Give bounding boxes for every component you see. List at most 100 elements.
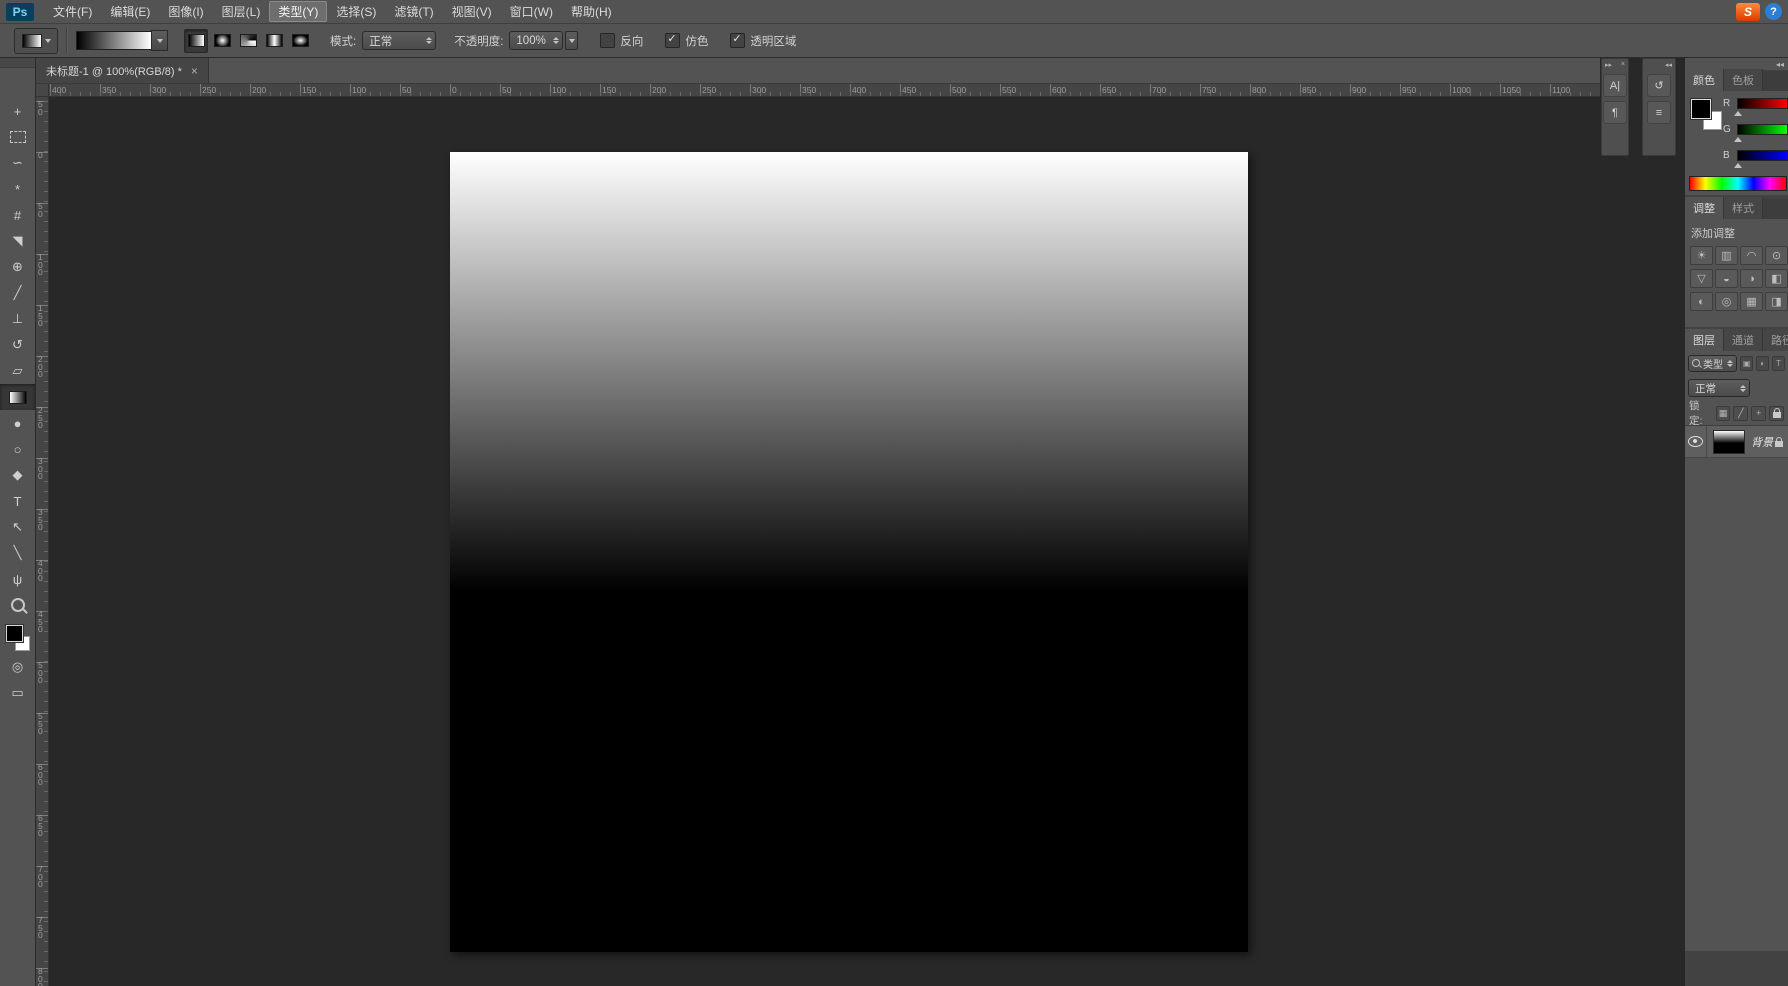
green-slider[interactable] <box>1734 123 1788 142</box>
color-spectrum-bar[interactable] <box>1689 176 1787 191</box>
radial-gradient-button[interactable] <box>210 29 234 53</box>
tab-swatches[interactable]: 色板 <box>1724 69 1763 91</box>
paragraph-panel-button[interactable]: ¶ <box>1603 101 1627 124</box>
layer-thumbnail[interactable] <box>1713 429 1745 454</box>
lock-position-icon[interactable]: + <box>1751 405 1767 421</box>
screen-mode-button[interactable]: ▭ <box>0 680 35 706</box>
eyedropper-tool[interactable]: ◥ <box>0 228 35 254</box>
line-shape-tool[interactable]: ╲ <box>0 540 35 566</box>
menu-type[interactable]: 类型(Y) <box>269 1 328 22</box>
canvas-document[interactable] <box>450 152 1248 952</box>
magic-wand-tool[interactable]: * <box>0 176 35 202</box>
filter-adjustment-layers-icon[interactable]: ◐ <box>1756 355 1770 371</box>
black-white-icon[interactable]: ◧ <box>1765 269 1788 288</box>
eraser-tool[interactable]: ▱ <box>0 358 35 384</box>
history-panel-button[interactable]: ↺ <box>1647 74 1671 97</box>
foreground-color-swatch[interactable] <box>5 625 23 642</box>
reverse-checkbox[interactable] <box>600 33 616 48</box>
layer-filter-select[interactable]: 类型 <box>1688 354 1738 372</box>
tab-channels[interactable]: 通道 <box>1724 329 1763 351</box>
tab-styles[interactable]: 样式 <box>1724 197 1763 219</box>
dither-checkbox[interactable] <box>665 32 681 48</box>
blend-mode-select[interactable]: 正常 <box>362 31 437 50</box>
menu-image[interactable]: 图像(I) <box>159 1 212 22</box>
close-icon[interactable]: × <box>1621 61 1625 68</box>
gradient-picker-arrow[interactable] <box>151 30 168 51</box>
menu-filter[interactable]: 滤镜(T) <box>385 1 442 22</box>
foreground-color-swatch[interactable] <box>1691 99 1711 119</box>
transparency-checkbox[interactable] <box>730 32 746 48</box>
tab-color[interactable]: 颜色 <box>1685 69 1724 91</box>
filter-pixel-layers-icon[interactable]: ▣ <box>1740 355 1754 371</box>
menu-layer[interactable]: 图层(L) <box>213 1 270 22</box>
linear-gradient-button[interactable] <box>184 28 208 53</box>
brightness-contrast-icon[interactable]: ☀ <box>1690 246 1713 265</box>
slider-thumb[interactable] <box>1734 159 1742 168</box>
opacity-select[interactable]: 100% <box>509 31 564 50</box>
zoom-tool[interactable] <box>0 592 35 618</box>
slider-thumb[interactable] <box>1734 133 1742 142</box>
color-lookup-icon[interactable]: ▦ <box>1740 292 1763 311</box>
collapse-panels-icon[interactable]: ◂◂ <box>1665 61 1672 69</box>
tab-layers[interactable]: 图层 <box>1685 329 1724 351</box>
gradient-tool[interactable] <box>0 384 35 410</box>
channel-mixer-icon[interactable]: ◎ <box>1715 292 1738 311</box>
lasso-tool[interactable]: ∽ <box>0 150 35 176</box>
collapse-dock-icon[interactable]: ◂◂ <box>1776 60 1784 69</box>
dodge-tool[interactable]: ○ <box>0 436 35 462</box>
diamond-gradient-button[interactable] <box>288 29 312 53</box>
gradient-preview[interactable] <box>76 31 152 50</box>
menu-help[interactable]: 帮助(H) <box>562 1 621 22</box>
history-brush-tool[interactable]: ↺ <box>0 332 35 358</box>
crop-tool[interactable]: # <box>0 202 35 228</box>
character-panel-button[interactable]: A| <box>1603 74 1627 97</box>
vertical-ruler[interactable]: 50 0 50 100 150 200 250 300 350 400 450 500 550 600 65… <box>36 97 49 986</box>
menu-window[interactable]: 窗口(W) <box>501 1 562 22</box>
exposure-icon[interactable]: ⊙ <box>1765 246 1788 265</box>
angle-gradient-button[interactable] <box>236 29 260 53</box>
move-tool[interactable]: + <box>0 98 35 124</box>
blue-slider[interactable] <box>1734 149 1788 168</box>
slider-thumb[interactable] <box>1734 107 1742 116</box>
lock-all-icon[interactable] <box>1769 405 1784 421</box>
quick-mask-button[interactable]: ◎ <box>0 654 35 680</box>
color-balance-icon[interactable]: ◑ <box>1740 269 1763 288</box>
opacity-slider-arrow[interactable] <box>565 31 579 50</box>
document-tab[interactable]: 未标题-1 @ 100%(RGB/8) * × <box>36 58 209 83</box>
lock-transparency-icon[interactable]: ▦ <box>1715 405 1731 421</box>
menu-select[interactable]: 选择(S) <box>327 1 385 22</box>
help-icon[interactable]: ? <box>1765 3 1782 20</box>
menu-view[interactable]: 视图(V) <box>443 1 501 22</box>
expand-panels-icon[interactable]: ▸▸ <box>1605 61 1612 69</box>
hand-tool[interactable]: ψ <box>0 566 35 592</box>
tool-preset-dropdown[interactable] <box>14 27 58 54</box>
layer-row-background[interactable]: 背景 <box>1685 426 1788 458</box>
toolbar-grip[interactable] <box>0 58 35 68</box>
rectangular-marquee-tool[interactable] <box>0 124 35 150</box>
path-selection-tool[interactable]: ↖ <box>0 514 35 540</box>
hue-saturation-icon[interactable]: ◒ <box>1715 269 1738 288</box>
curves-icon[interactable]: ◠ <box>1740 246 1763 265</box>
filter-type-layers-icon[interactable]: T <box>1772 355 1785 371</box>
lock-paint-icon[interactable]: ╱ <box>1733 405 1749 421</box>
healing-brush-tool[interactable]: ⊕ <box>0 254 35 280</box>
tab-adjustments[interactable]: 调整 <box>1685 197 1724 219</box>
layer-blend-mode-select[interactable]: 正常 <box>1688 379 1750 397</box>
layer-name[interactable]: 背景 <box>1751 434 1775 450</box>
clone-stamp-tool[interactable]: ⊥ <box>0 306 35 332</box>
close-icon[interactable]: × <box>191 64 198 78</box>
type-tool[interactable]: T <box>0 488 35 514</box>
photo-filter-icon[interactable]: ◐ <box>1690 292 1713 311</box>
menu-edit[interactable]: 编辑(E) <box>101 1 159 22</box>
levels-icon[interactable]: ▥ <box>1715 246 1738 265</box>
horizontal-ruler[interactable]: 400 350 300 250 200 150 100 50 0 50 100 150 200 250 30… <box>36 84 1600 97</box>
reflected-gradient-button[interactable] <box>262 29 286 53</box>
invert-icon[interactable]: ◨ <box>1765 292 1788 311</box>
tab-paths[interactable]: 路径 <box>1763 329 1788 351</box>
sogou-input-icon[interactable]: S <box>1736 2 1760 21</box>
brush-tool[interactable]: ╱ <box>0 280 35 306</box>
pen-tool[interactable]: ◆ <box>0 462 35 488</box>
red-slider[interactable] <box>1734 97 1788 116</box>
foreground-background-colors[interactable] <box>5 624 31 652</box>
panel-color-swatches[interactable] <box>1691 99 1725 133</box>
